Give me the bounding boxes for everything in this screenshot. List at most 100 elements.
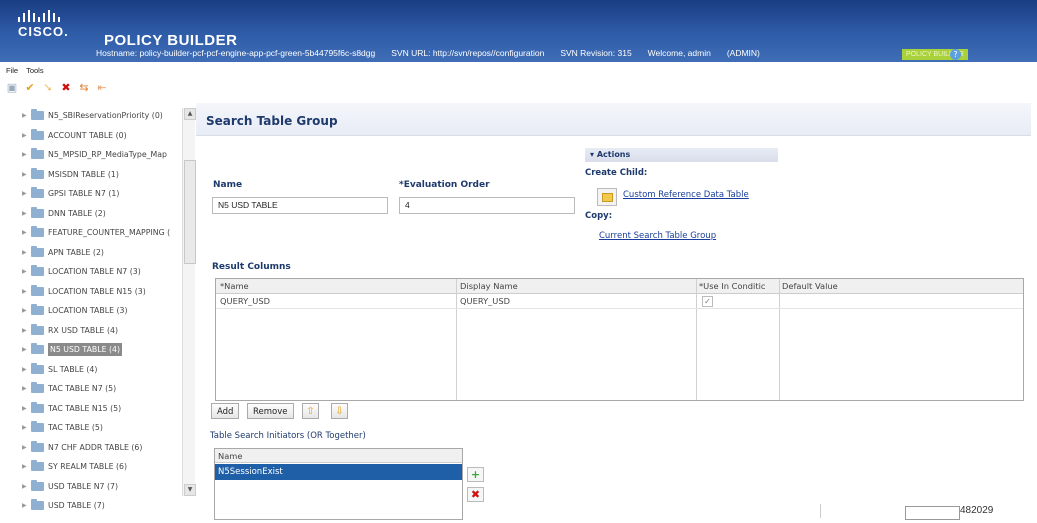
col-display-name-header[interactable]: Display Name — [460, 281, 518, 291]
expand-arrow-icon[interactable]: ▶ — [22, 502, 31, 509]
scroll-thumb[interactable] — [184, 160, 196, 264]
tree-item[interactable]: ▶ FEATURE_COUNTER_MAPPING ( — [22, 223, 182, 243]
expand-arrow-icon[interactable]: ▶ — [22, 424, 31, 431]
custom-reference-data-table-link[interactable]: Custom Reference Data Table — [623, 190, 749, 200]
tree-item[interactable]: ▶ LOCATION TABLE N7 (3) — [22, 262, 182, 282]
tree-item[interactable]: ▶ LOCATION TABLE N15 (3) — [22, 282, 182, 302]
add-button[interactable]: Add — [211, 403, 240, 419]
folder-icon — [31, 323, 44, 335]
col-default-value-header[interactable]: Default Value — [782, 281, 838, 291]
save-icon[interactable]: ▣ — [6, 82, 18, 94]
expand-arrow-icon[interactable]: ▶ — [22, 405, 31, 412]
folder-icon — [31, 362, 44, 374]
cell-display-name[interactable]: QUERY_USD — [460, 296, 510, 306]
name-field[interactable] — [212, 197, 388, 214]
expand-arrow-icon[interactable]: ▶ — [22, 171, 31, 178]
commit-icon[interactable]: ➘ — [42, 82, 54, 94]
tree-item-label[interactable]: N7 CHF ADDR TABLE (6) — [48, 443, 142, 452]
expand-arrow-icon[interactable]: ▶ — [22, 346, 31, 353]
tree-item-label[interactable]: DNN TABLE (2) — [48, 209, 106, 218]
tree-item[interactable]: ▶ N5 USD TABLE (4) — [22, 340, 182, 360]
tree-item[interactable]: ▶ USD TABLE N7 (7) — [22, 477, 182, 497]
delete-initiator-icon[interactable]: ✖ — [467, 487, 484, 502]
col-use-in-condition-header[interactable]: *Use In Conditic — [699, 281, 780, 291]
tree-item-label[interactable]: N5 USD TABLE (4) — [48, 343, 123, 357]
expand-arrow-icon[interactable]: ▶ — [22, 229, 31, 236]
tree-item-label[interactable]: LOCATION TABLE (3) — [48, 306, 128, 315]
tree-item-label[interactable]: LOCATION TABLE N15 (3) — [48, 287, 146, 296]
expand-arrow-icon[interactable]: ▶ — [22, 444, 31, 451]
remove-button[interactable]: Remove — [247, 403, 294, 419]
expand-arrow-icon[interactable]: ▶ — [22, 366, 31, 373]
tree-item[interactable]: ▶ N5_MPSID_RP_MediaType_Map — [22, 145, 182, 165]
use-in-condition-checkbox[interactable]: ✓ — [702, 296, 713, 307]
expand-arrow-icon[interactable]: ▶ — [22, 288, 31, 295]
tree-item[interactable]: ▶ RX USD TABLE (4) — [22, 321, 182, 341]
expand-arrow-icon[interactable]: ▶ — [22, 385, 31, 392]
tree-item[interactable]: ▶ DNN TABLE (2) — [22, 204, 182, 224]
expand-arrow-icon[interactable]: ▶ — [22, 307, 31, 314]
tree-item-label[interactable]: SY REALM TABLE (6) — [48, 462, 127, 471]
col-name-header[interactable]: *Name — [220, 281, 249, 291]
expand-arrow-icon[interactable]: ▶ — [22, 483, 31, 490]
tree-item-label[interactable]: SL TABLE (4) — [48, 365, 97, 374]
tree-item[interactable]: ▶ N5_SBIReservationPriority (0) — [22, 106, 182, 126]
tree-item-label[interactable]: N5_MPSID_RP_MediaType_Map — [48, 150, 167, 159]
tree-item-label[interactable]: TAC TABLE (5) — [48, 423, 103, 432]
tree-item-label[interactable]: LOCATION TABLE N7 (3) — [48, 267, 141, 276]
expand-arrow-icon[interactable]: ▶ — [22, 190, 31, 197]
tree-item-label[interactable]: TAC TABLE N15 (5) — [48, 404, 121, 413]
expand-arrow-icon[interactable]: ▶ — [22, 132, 31, 139]
tree-item[interactable]: ▶ LOCATION TABLE (3) — [22, 301, 182, 321]
name-label: Name — [213, 180, 243, 190]
tree-item[interactable]: ▶ SY REALM TABLE (6) — [22, 457, 182, 477]
evaluation-order-field[interactable] — [399, 197, 575, 214]
expand-arrow-icon[interactable]: ▶ — [22, 112, 31, 119]
tree-item[interactable]: ▶ SL TABLE (4) — [22, 360, 182, 380]
expand-arrow-icon[interactable]: ▶ — [22, 268, 31, 275]
delete-icon[interactable]: ✖ — [60, 82, 72, 94]
expand-arrow-icon[interactable]: ▶ — [22, 463, 31, 470]
tree-item-label[interactable]: USD TABLE N7 (7) — [48, 482, 118, 491]
tree-item[interactable]: ▶ TAC TABLE (5) — [22, 418, 182, 438]
tsi-row-selected[interactable]: N5SessionExist — [215, 464, 462, 480]
help-icon[interactable]: ? — [950, 49, 961, 60]
tree-item[interactable]: ▶N28 TABLE (8) — [22, 516, 182, 517]
cell-name[interactable]: QUERY_USD — [220, 296, 270, 306]
tree-item-label[interactable]: N5_SBIReservationPriority (0) — [48, 111, 163, 120]
tree-item-label[interactable]: ACCOUNT TABLE (0) — [48, 131, 127, 140]
tree-item[interactable]: ▶ TAC TABLE N15 (5) — [22, 399, 182, 419]
scroll-down-icon[interactable]: ▼ — [184, 484, 196, 496]
tree-item[interactable]: ▶ ACCOUNT TABLE (0) — [22, 126, 182, 146]
expand-arrow-icon[interactable]: ▶ — [22, 249, 31, 256]
tree-item-label[interactable]: FEATURE_COUNTER_MAPPING ( — [48, 228, 170, 237]
actions-header[interactable]: ▾ Actions — [585, 148, 778, 162]
menu-tools[interactable]: Tools — [26, 66, 44, 75]
tree-item-label[interactable]: GPSI TABLE N7 (1) — [48, 189, 119, 198]
tree-item[interactable]: ▶ GPSI TABLE N7 (1) — [22, 184, 182, 204]
expand-arrow-icon[interactable]: ▶ — [22, 327, 31, 334]
tree-item[interactable]: ▶ APN TABLE (2) — [22, 243, 182, 263]
tree-item[interactable]: ▶ USD TABLE (7) — [22, 496, 182, 516]
scroll-up-icon[interactable]: ▲ — [184, 108, 196, 120]
add-initiator-icon[interactable]: + — [467, 467, 484, 482]
move-down-icon[interactable]: ⇩ — [331, 403, 348, 419]
move-up-icon[interactable]: ⇧ — [302, 403, 319, 419]
publish-icon[interactable]: ⇆ — [78, 82, 90, 94]
current-search-table-group-link[interactable]: Current Search Table Group — [599, 231, 716, 241]
revert-icon[interactable]: ⇤ — [96, 82, 108, 94]
menu-file[interactable]: File — [6, 66, 18, 75]
expand-arrow-icon[interactable]: ▶ — [22, 151, 31, 158]
tree-item-label[interactable]: MSISDN TABLE (1) — [48, 170, 119, 179]
tree-item-label[interactable]: RX USD TABLE (4) — [48, 326, 118, 335]
tree-item-label[interactable]: APN TABLE (2) — [48, 248, 104, 257]
tree-item[interactable]: ▶ MSISDN TABLE (1) — [22, 165, 182, 185]
tree-item[interactable]: ▶ TAC TABLE N7 (5) — [22, 379, 182, 399]
tree-scrollbar[interactable]: ▲ ▼ — [182, 108, 196, 496]
tree-item[interactable]: ▶ N7 CHF ADDR TABLE (6) — [22, 438, 182, 458]
checkout-icon[interactable]: ✔ — [24, 82, 36, 94]
expand-arrow-icon[interactable]: ▶ — [22, 210, 31, 217]
tree-item-label[interactable]: TAC TABLE N7 (5) — [48, 384, 116, 393]
tsi-name-header[interactable]: Name — [215, 449, 462, 463]
tree-item-label[interactable]: USD TABLE (7) — [48, 501, 105, 510]
